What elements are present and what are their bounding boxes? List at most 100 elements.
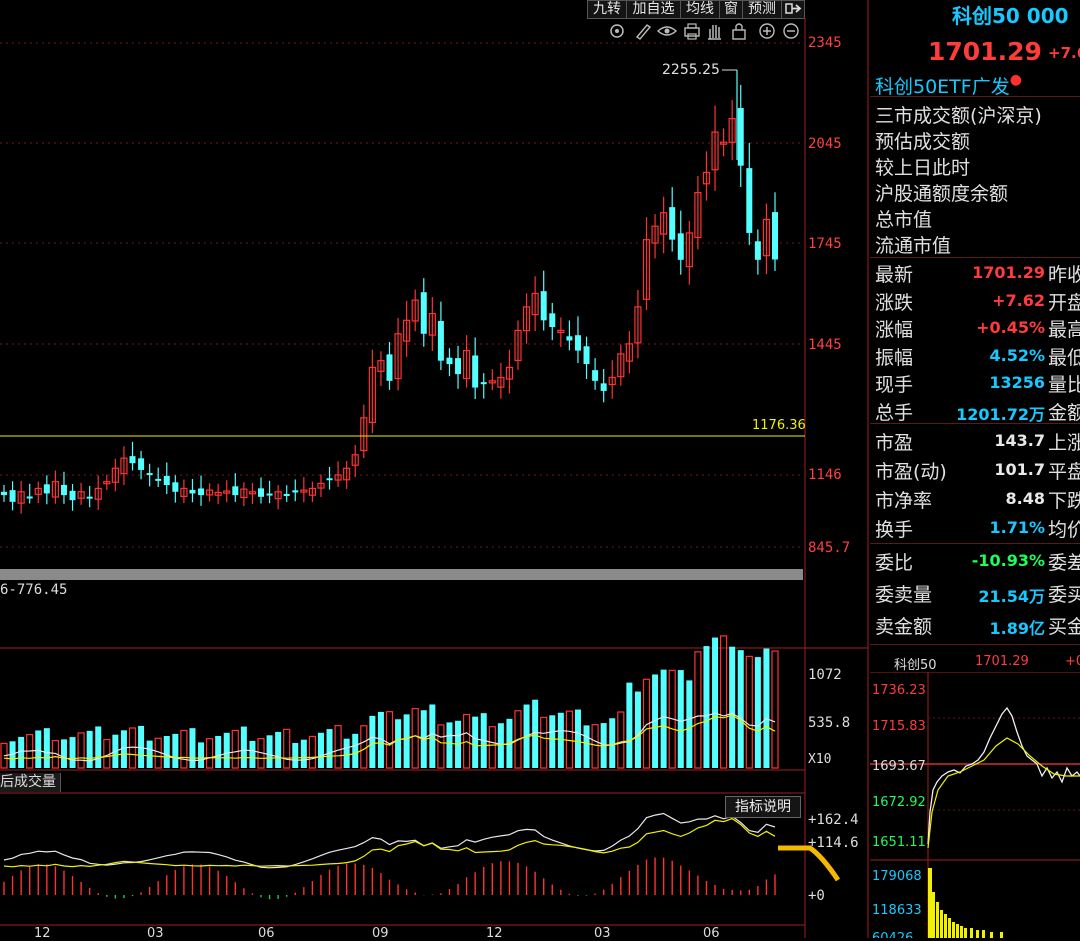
candle-body — [129, 456, 136, 464]
stat-label: 最新 — [875, 264, 914, 286]
volume-bar — [86, 730, 93, 768]
volume-bar — [403, 714, 410, 768]
volume-bar — [240, 726, 247, 768]
volume-bar — [77, 732, 85, 769]
volume-bar — [565, 710, 574, 769]
mini-price-label: 1651.11 — [872, 835, 926, 850]
candle-body — [198, 488, 205, 496]
volume-bar — [472, 716, 479, 768]
volume-bar — [771, 650, 779, 769]
volume-bar — [574, 709, 581, 768]
price-change-short: +7.6 — [1048, 44, 1080, 62]
volume-bar — [231, 729, 239, 769]
candlestick-series — [1, 70, 778, 514]
stat-value: 1.71% — [989, 518, 1045, 537]
volume-bar — [583, 725, 590, 768]
candle-body — [1, 491, 7, 496]
volume-bar — [146, 740, 153, 768]
stat-label: 换手 — [875, 519, 914, 541]
volume-bar — [763, 648, 770, 768]
volume-ma-yellow — [3, 714, 776, 760]
mini-price-label: 1693.67 — [872, 759, 926, 774]
candle-body — [258, 488, 264, 497]
candle-body — [386, 354, 393, 381]
etf-link[interactable]: 科创50ETF广发● — [875, 72, 1022, 99]
x-axis-label: 09 — [372, 926, 389, 941]
macd-dea-line — [3, 817, 776, 868]
volume-indicator-tab[interactable]: 后成交量 — [0, 773, 61, 792]
candle-body — [26, 496, 33, 499]
macd-series — [3, 812, 776, 900]
volume-bar — [103, 738, 111, 769]
volume-ma-white — [3, 712, 776, 762]
price-axis-label: 1445 — [808, 337, 842, 353]
volume-bar — [694, 651, 702, 769]
stat-label: 现手 — [875, 374, 914, 397]
candle-body — [583, 346, 590, 365]
volume-bar — [745, 655, 753, 769]
stat-label: 市盈(动) — [875, 461, 947, 483]
candle-body — [292, 490, 299, 493]
stat-value: +7.62 — [992, 290, 1045, 310]
x-axis-label: 12 — [34, 926, 51, 941]
candle-body — [772, 212, 778, 260]
stat-label: 市净率 — [875, 490, 933, 512]
candle-body — [283, 493, 290, 496]
stat-value: 8.48 — [1005, 489, 1045, 508]
quote-panel: 科创50 000 1701.29 +7.6 科创50ETF广发● 三市成交额(沪… — [870, 0, 1080, 938]
price-axis-label: 1745 — [808, 236, 842, 252]
stat-label-secondary: 平盘 — [1048, 461, 1080, 483]
volume-bar — [703, 646, 710, 768]
stat-label: 市盈 — [875, 432, 914, 454]
mini-chart-price: 1701.29 — [975, 654, 1029, 669]
stat-label-secondary: 买金 — [1048, 616, 1080, 638]
volume-bar — [343, 738, 350, 768]
volume-bar — [334, 725, 342, 769]
volume-bar — [429, 704, 436, 768]
volume-bar — [488, 726, 496, 769]
mini-volume-label: 118633 — [872, 903, 922, 918]
candle-body — [592, 370, 599, 381]
stat-value: 13256 — [989, 373, 1045, 393]
price-axis-label: 845.7 — [808, 540, 851, 556]
volume-bar — [446, 722, 453, 768]
candle-body — [420, 292, 427, 334]
stat-value: 4.52% — [989, 345, 1045, 365]
candle-body — [86, 496, 93, 499]
volume-bar — [317, 732, 324, 768]
volume-bar — [128, 727, 137, 769]
candle-body — [600, 383, 607, 391]
volume-bar — [540, 716, 548, 769]
price-axis-label: 2045 — [808, 136, 842, 152]
stat-label-secondary: 金额 — [1048, 402, 1080, 424]
volume-bar — [617, 711, 625, 769]
market-row: 流通市值 — [875, 235, 952, 257]
candle-body — [566, 336, 573, 341]
volume-bar — [266, 735, 273, 768]
candle-body — [138, 458, 145, 470]
volume-bar — [737, 650, 744, 768]
macd-axis-label: +162.4 — [808, 812, 859, 828]
volume-bar — [215, 736, 222, 768]
volume-axis-label: 1072 — [808, 667, 842, 683]
x-axis-label: 03 — [147, 926, 164, 941]
price-axis-label: 1146 — [808, 467, 842, 483]
stat-label: 涨幅 — [875, 319, 914, 342]
volume-bar — [660, 669, 667, 768]
candle-body — [446, 357, 453, 365]
index-title: 科创50 000 — [952, 4, 1069, 28]
stat-label: 涨跌 — [875, 291, 914, 314]
volume-bar — [754, 657, 761, 768]
volume-bar — [326, 729, 333, 768]
candle-body — [43, 484, 50, 494]
volume-bar — [626, 682, 633, 768]
stat-value: 143.7 — [994, 431, 1045, 450]
candle-body — [326, 478, 333, 481]
candle-body — [677, 233, 684, 260]
candle-body — [60, 484, 67, 496]
panel-divider-band[interactable] — [0, 569, 803, 580]
etf-link-text[interactable]: 科创50ETF广发 — [875, 76, 1010, 98]
mini-chart-change: +0 — [1065, 654, 1080, 669]
stat-value: 1.89亿 — [989, 619, 1045, 638]
indicator-help-button[interactable]: 指标说明 — [725, 796, 801, 818]
